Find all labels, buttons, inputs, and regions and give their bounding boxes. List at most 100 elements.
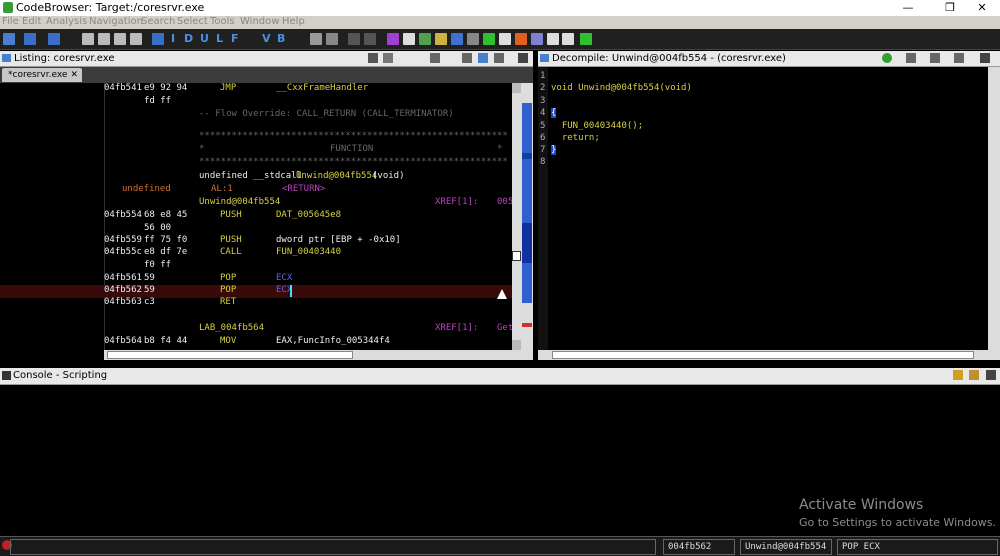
tab-coresrvr[interactable]: *coresrvr.exe ✕ [2,68,82,82]
toolbar-letter-v[interactable]: V [262,32,271,45]
snapshot-icon[interactable] [954,53,964,63]
grid-icon[interactable] [403,33,415,45]
status-address: 004fb562 [663,539,735,555]
play-icon[interactable] [580,33,592,45]
menu-search[interactable]: Search [141,16,175,27]
refresh-icon[interactable] [419,33,431,45]
export-icon[interactable] [930,53,940,63]
listing-label-row[interactable]: LAB_004fb564 XREF[1]: Get [0,323,512,336]
copy-icon[interactable] [368,53,378,63]
refresh-icon[interactable] [882,53,892,63]
copy-icon[interactable] [906,53,916,63]
scroll-down-arrow[interactable] [512,340,521,350]
listing-function-banner: * FUNCTION * [199,144,503,154]
forward-icon[interactable] [48,33,60,45]
toolbar-letter-l[interactable]: L [216,32,223,45]
table-icon[interactable] [547,33,559,45]
menu-help[interactable]: Help [282,16,305,27]
status-bar: 004fb562 Unwind@004fb554 POP ECX [0,536,1000,556]
toolbar-letter-f[interactable]: F [231,32,239,45]
close-listing-icon[interactable] [518,53,528,63]
paste-icon[interactable] [383,53,393,63]
listing-row[interactable]: 04fb554 68 e8 45 PUSH DAT_005645e8 [0,210,512,223]
listing-horizontal-scrollbar[interactable] [104,350,533,360]
menu-bar: File Edit Analysis Navigation Search Sel… [0,16,1000,29]
nav-label-icon[interactable] [130,33,142,45]
toolbar-letter-d[interactable]: D [184,32,193,45]
listing-title: Listing: coresrvr.exe [14,53,115,64]
hscroll-thumb[interactable] [107,351,353,359]
menu-dropdown-icon[interactable] [494,53,504,63]
back-icon[interactable] [24,33,36,45]
decompile-icon [540,54,549,62]
nav-instruction-icon[interactable] [98,33,110,45]
save-icon[interactable] [3,33,15,45]
menu-tools[interactable]: Tools [210,16,235,27]
minimize-button[interactable]: — [890,0,926,16]
listing-return-row[interactable]: undefined AL:1 <RETURN> [0,184,512,197]
toolbar-letter-b[interactable]: B [277,32,285,45]
decompile-line[interactable]: 2 void Unwind@004fb554(void) [538,83,988,96]
decompile-line[interactable]: 8 [538,157,988,170]
listing-row[interactable]: fd ff [0,96,512,109]
clear-icon[interactable] [310,33,322,45]
python-icon[interactable] [467,33,479,45]
decompile-horizontal-scrollbar[interactable] [538,350,1000,360]
listing-signature-row[interactable]: undefined __stdcall Unwind@004fb554 (voi… [0,171,512,184]
listing-comment-row[interactable]: -- Flow Override: CALL_RETURN (CALL_TERM… [0,109,512,122]
marker-bar [522,153,532,159]
listing-label-row[interactable]: Unwind@004fb554 XREF[1]: 005 [0,197,512,210]
tree-icon[interactable] [562,33,574,45]
lock-icon[interactable] [953,370,963,380]
folder-icon[interactable] [435,33,447,45]
toolbar-letter-u[interactable]: U [200,32,209,45]
menu-window[interactable]: Window [240,16,279,27]
run-icon[interactable] [483,33,495,45]
decompile-code-view[interactable]: 1 2 void Unwind@004fb554(void) 3 4{ 5 FUN… [538,67,988,350]
nav-undefined-icon[interactable] [114,33,126,45]
diff-icon[interactable] [462,53,472,63]
listing-marker-margin[interactable] [521,83,533,350]
menu-navigation[interactable]: Navigation [89,16,143,27]
scroll-thumb[interactable] [512,251,521,261]
menu-edit[interactable]: Edit [22,16,41,27]
stop-icon[interactable] [515,33,527,45]
close-decompile-icon[interactable] [980,53,990,63]
close-button[interactable]: ✕ [964,0,1000,16]
listing-row[interactable]: 04fb541 e9 92 94 JMP __CxxFrameHandler [0,83,512,96]
tab-close-icon[interactable]: ✕ [70,68,78,82]
hscroll-thumb[interactable] [552,351,974,359]
title-bar: CodeBrowser: Target:/coresrvr.exe — ❐ ✕ [0,0,1000,16]
toolbar-letter-i[interactable]: I [171,32,175,45]
decompile-vertical-scrollbar[interactable] [988,67,1000,350]
snapshot-icon[interactable] [478,53,488,63]
scroll-up-arrow[interactable] [512,83,521,93]
bookmark-icon[interactable] [499,33,511,45]
close-console-icon[interactable] [986,370,996,380]
tab-label: *coresrvr.exe [8,70,68,80]
field-edit-icon[interactable] [430,53,440,63]
listing-row[interactable]: 04fb564 b8 f4 44 MOV EAX,FuncInfo_005344… [0,336,512,349]
listing-row[interactable]: 04fb55c e8 df 7e CALL FUN_00403440 [0,247,512,260]
mem-icon[interactable] [326,33,338,45]
nav-data-icon[interactable] [82,33,94,45]
menu-analysis[interactable]: Analysis [46,16,87,27]
next-down-icon[interactable] [152,33,164,45]
clear-console-icon[interactable] [969,370,979,380]
listing-code-view[interactable]: 04fb541 e9 92 94 JMP __CxxFrameHandler f… [0,83,512,350]
console-panel-header: Console - Scripting [0,368,1000,385]
restore-button[interactable]: ❐ [932,0,968,16]
check-icon[interactable] [387,33,399,45]
listing-vertical-scrollbar[interactable] [512,83,521,350]
listing-row[interactable]: 04fb563 c3 RET [0,297,512,310]
debug-icon[interactable] [531,33,543,45]
decompile-line[interactable]: 4{ [538,108,988,121]
search-icon[interactable] [451,33,463,45]
redo-icon[interactable] [364,33,376,45]
menu-select[interactable]: Select [177,16,208,27]
undo-icon[interactable] [348,33,360,45]
toolbar: I D U L F V B [0,29,1000,50]
menu-file[interactable]: File [2,16,19,27]
listing-row[interactable]: f0 ff [0,260,512,273]
console-icon [2,371,11,380]
